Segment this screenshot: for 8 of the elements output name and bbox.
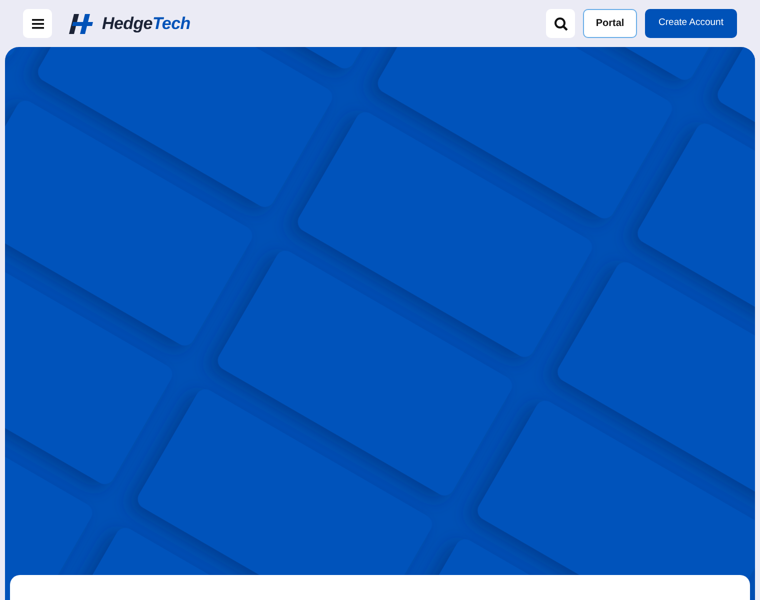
logo-icon [68, 14, 94, 34]
search-icon [554, 16, 568, 30]
menu-button[interactable] [23, 9, 52, 38]
menu-icon [32, 18, 44, 28]
create-account-button[interactable]: Create Account [645, 9, 737, 38]
logo-text: HedgeTech [102, 12, 190, 35]
portal-button[interactable]: Portal [583, 9, 637, 38]
search-button[interactable] [546, 9, 575, 38]
